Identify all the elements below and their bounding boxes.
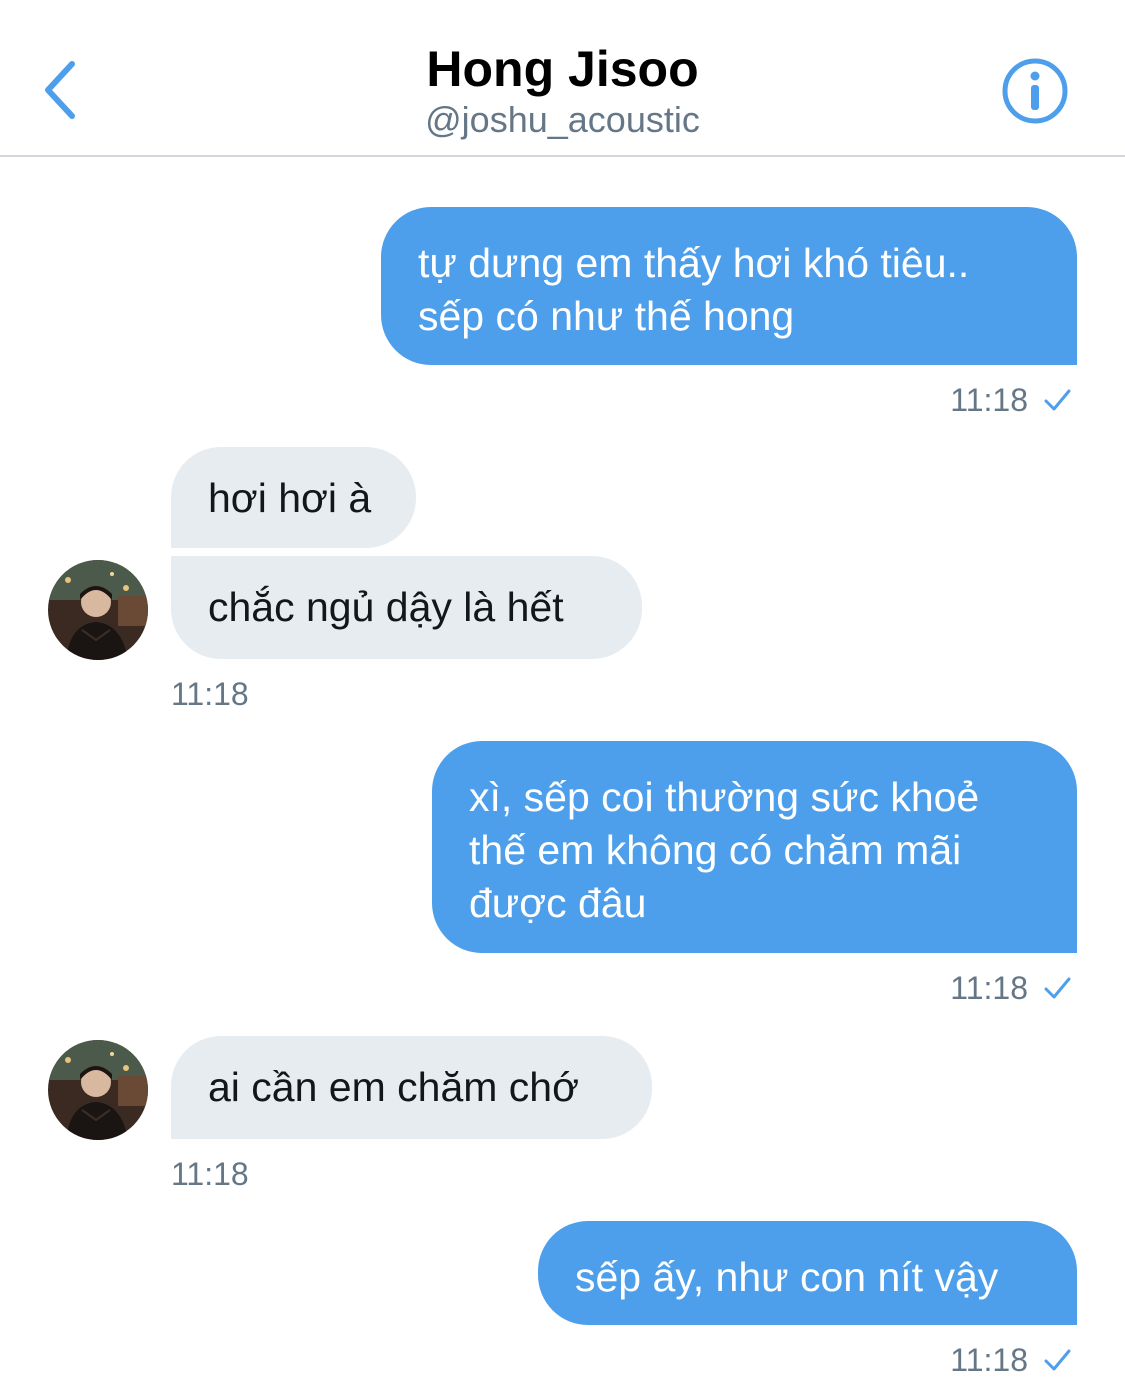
message-time: 11:18 [950,382,1028,418]
message-line: hơi hơi à [208,475,372,521]
message-time: 11:18 [950,970,1028,1006]
message-bubble-received[interactable]: ai cần em chăm chớ [171,1036,652,1139]
conversation-header: Hong Jisoo @joshu_acoustic [0,0,1125,157]
info-circle-icon [1002,58,1068,124]
message-time: 11:18 [171,1156,249,1192]
contact-name[interactable]: Hong Jisoo [0,38,1125,100]
check-icon [1044,1349,1071,1371]
check-icon [1044,389,1071,411]
contact-handle: @joshu_acoustic [425,99,700,140]
message-line: sếp có như thế hong [418,293,795,339]
avatar-image [48,560,148,660]
message-meta: 11:18 [950,380,1072,420]
message-line: sếp ấy, như con nít vậy [575,1254,999,1300]
avatar[interactable] [48,1040,148,1140]
message-bubble-sent[interactable]: sếp ấy, như con nít vậy [538,1221,1077,1325]
check-icon [1044,977,1071,999]
message-time: 11:18 [950,1342,1028,1378]
message-line: xì, sếp coi thường sức khoẻ [469,774,980,820]
message-line: tự dưng em thấy hơi khó tiêu.. [418,240,970,286]
message-line: chắc ngủ dậy là hết [208,584,564,630]
info-button[interactable] [1000,56,1070,126]
avatar-image [48,1040,148,1140]
message-line: thế em không có chăm mãi [469,827,962,873]
message-meta: 11:18 [950,968,1072,1008]
message-bubble-sent[interactable]: xì, sếp coi thường sức khoẻ thế em không… [432,741,1077,953]
message-bubble-received[interactable]: hơi hơi à [171,447,416,548]
avatar[interactable] [48,560,148,660]
message-time: 11:18 [171,676,249,712]
message-bubble-received[interactable]: chắc ngủ dậy là hết [171,556,642,659]
message-bubble-sent[interactable]: tự dưng em thấy hơi khó tiêu.. sếp có nh… [381,207,1077,365]
message-meta: 11:18 [950,1340,1072,1380]
message-line: ai cần em chăm chớ [208,1064,579,1110]
message-line: được đâu [469,880,647,926]
